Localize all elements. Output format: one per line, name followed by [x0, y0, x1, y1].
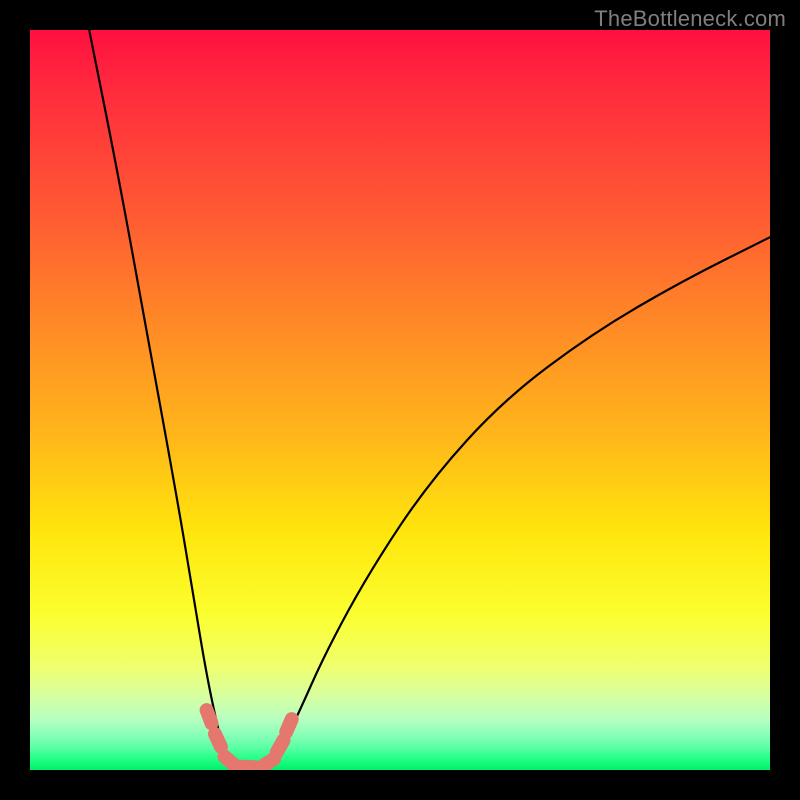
bottleneck-curve-svg	[30, 30, 770, 770]
curve-left-branch	[89, 30, 230, 763]
trough-markers	[198, 701, 301, 770]
plot-area	[30, 30, 770, 770]
curve-right-branch	[274, 237, 770, 762]
curve-group	[89, 30, 770, 770]
watermark-text: TheBottleneck.com	[594, 6, 786, 32]
chart-frame: TheBottleneck.com	[0, 0, 800, 800]
